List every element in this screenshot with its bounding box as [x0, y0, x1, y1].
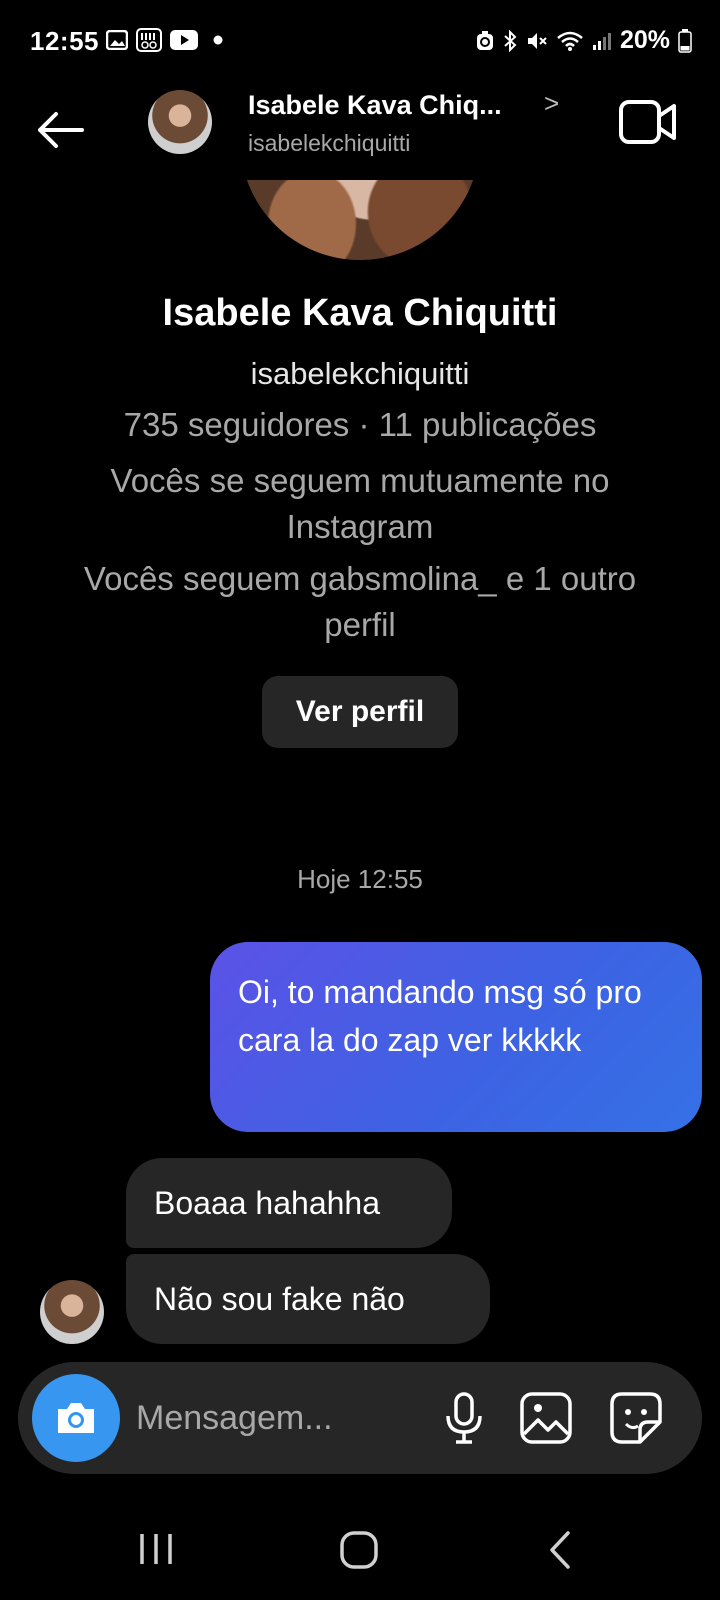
gallery-icon: [520, 1392, 572, 1444]
notification-icons: [106, 28, 224, 52]
header-avatar[interactable]: [148, 90, 212, 154]
camera-button[interactable]: [32, 1374, 120, 1462]
sticker-icon: [610, 1392, 662, 1444]
wifi-icon: [557, 31, 583, 51]
status-bar: 12:55 20%: [0, 0, 720, 80]
system-icons: 20%: [476, 26, 692, 55]
header-username: isabelekchiquitti: [248, 130, 411, 156]
chevron-left-icon: [550, 1531, 570, 1569]
home-button[interactable]: [338, 1530, 382, 1575]
bluetooth-icon: [504, 29, 517, 52]
recent-apps-icon: [140, 1534, 172, 1564]
profile-stats: 735 seguidores · 11 publicações: [123, 406, 597, 443]
mute-icon: [527, 32, 547, 49]
view-profile-button[interactable]: Ver perfil: [262, 676, 458, 748]
profile-name: Isabele Kava Chiquitti: [162, 292, 558, 334]
sticker-button[interactable]: [608, 1390, 664, 1446]
system-back-button[interactable]: [546, 1530, 576, 1575]
followed-by-text: Vocês seguem gabsmolina_ e 1 outro perfi…: [83, 560, 637, 643]
header-contact-name[interactable]: Isabele Kava Chiq...: [248, 90, 502, 121]
alarm-icon: [476, 30, 493, 50]
gallery-button[interactable]: [518, 1390, 574, 1446]
voice-message-button[interactable]: [436, 1390, 492, 1446]
app-notification-icon: [136, 28, 162, 52]
recent-apps-button[interactable]: [136, 1530, 176, 1573]
back-arrow-icon: [38, 112, 84, 148]
home-icon: [340, 1531, 378, 1569]
camera-icon: [58, 1403, 94, 1433]
message-composer: [18, 1362, 702, 1474]
dot-icon: [213, 35, 223, 45]
status-time: 12:55: [30, 26, 99, 56]
profile-username: isabelekchiquitti: [250, 356, 470, 391]
chat-header: Isabele Kava Chiq... > isabelekchiquitti: [0, 80, 720, 180]
youtube-notification-icon: [170, 30, 198, 50]
received-message-bubble[interactable]: Boaaa hahahha: [126, 1158, 452, 1248]
mutual-follow-text: Vocês se seguem mutuamente no Instagram: [110, 462, 610, 545]
gallery-notification-icon: [106, 30, 128, 50]
message-timestamp: Hoje 12:55: [297, 864, 423, 894]
system-navigation-bar: [0, 1500, 720, 1600]
battery-icon: [678, 28, 692, 53]
message-input[interactable]: [136, 1394, 406, 1442]
chevron-right-icon[interactable]: >: [544, 88, 559, 119]
received-message-bubble[interactable]: Não sou fake não: [126, 1254, 490, 1344]
signal-icon: [592, 32, 611, 50]
chat-screen: 12:55 20% Isabele Kava Chiq... > isabele…: [0, 0, 720, 1600]
sent-message-bubble[interactable]: Oi, to mandando msg só pro cara la do za…: [210, 942, 702, 1132]
video-call-icon: [619, 100, 676, 144]
video-call-button[interactable]: [618, 96, 678, 148]
back-button[interactable]: [30, 100, 90, 160]
microphone-icon: [446, 1392, 482, 1444]
sender-avatar[interactable]: [40, 1280, 104, 1344]
battery-percent: 20%: [619, 26, 670, 54]
